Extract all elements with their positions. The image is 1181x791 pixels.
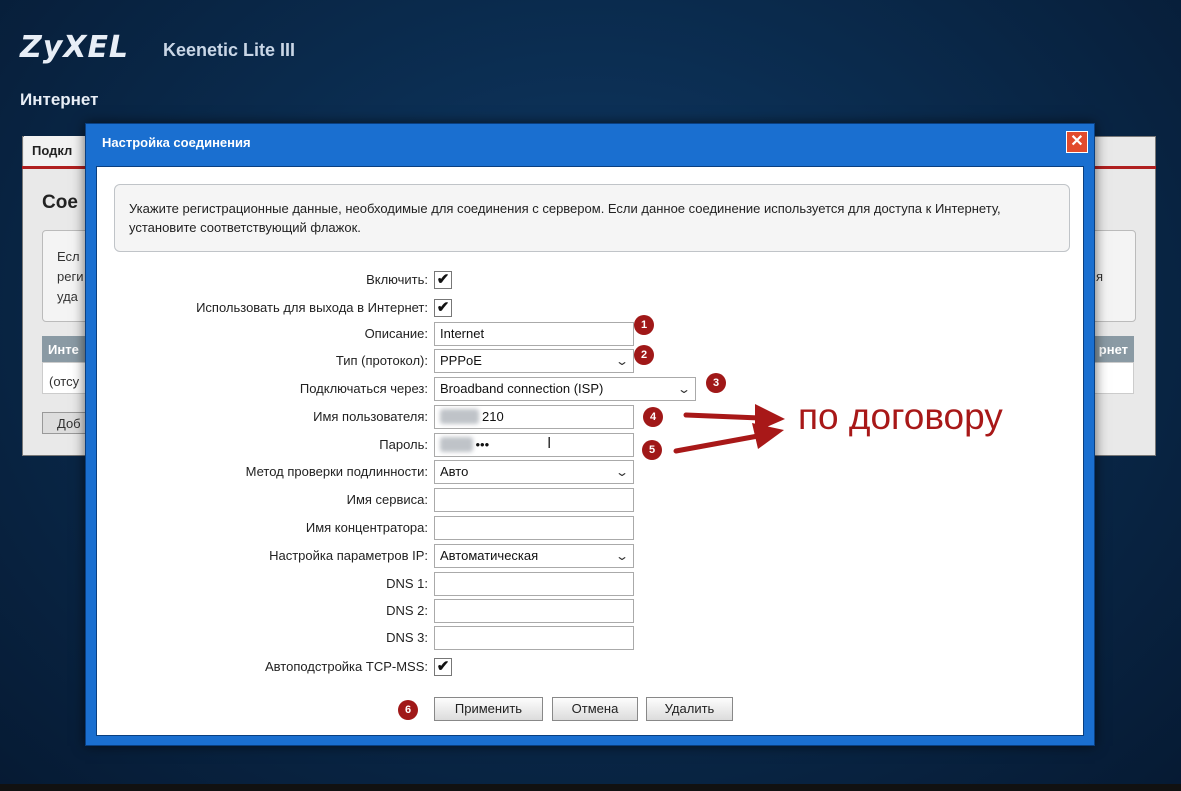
annotation-arrows [673, 404, 785, 454]
annotation-note: по договору [798, 396, 1003, 437]
bottom-strip [0, 784, 1181, 791]
arrow-to-note-icon [673, 423, 784, 454]
